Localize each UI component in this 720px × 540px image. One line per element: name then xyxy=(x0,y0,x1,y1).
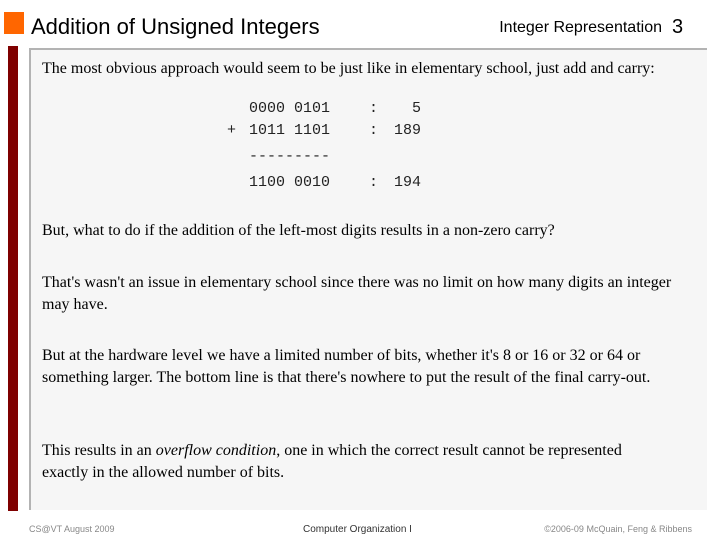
operand-1-binary: 0000 0101 xyxy=(249,100,331,117)
left-accent-bar xyxy=(8,46,18,511)
hardware-paragraph: But at the hardware level we have a limi… xyxy=(42,347,651,386)
overflow-paragraph: This results in an overflow condition, o… xyxy=(42,440,642,483)
sum-binary: 1100 0010 xyxy=(249,174,331,191)
overflow-prefix: This results in an xyxy=(42,442,156,459)
operand-1-separator: : xyxy=(369,100,379,117)
footer-copyright: ©2006-09 McQuain, Feng & Ribbens xyxy=(544,524,692,534)
operand-1-decimal: 5 xyxy=(394,100,422,117)
footer-course-title: Computer Organization I xyxy=(303,524,412,535)
operand-2-binary: 1011 1101 xyxy=(249,122,331,139)
operand-2-decimal: 189 xyxy=(394,122,422,139)
section-title: Integer Representation xyxy=(499,19,662,36)
sum-rule: --------- xyxy=(249,148,331,165)
sum-separator: : xyxy=(369,174,379,191)
page-number: 3 xyxy=(672,16,684,38)
question-paragraph: But, what to do if the addition of the l… xyxy=(42,222,555,239)
footer-course-date: CS@VT August 2009 xyxy=(29,524,115,534)
overflow-term: overflow condition xyxy=(155,442,277,459)
sum-decimal: 194 xyxy=(394,174,422,191)
intro-paragraph: The most obvious approach would seem to … xyxy=(42,60,655,77)
operand-1-operator xyxy=(227,98,236,120)
title-accent-square xyxy=(4,12,24,34)
operand-2-separator: : xyxy=(369,122,379,139)
operand-2-operator: + xyxy=(227,122,237,139)
elementary-paragraph: That's wasn't an issue in elementary sch… xyxy=(42,274,672,313)
slide-title: Addition of Unsigned Integers xyxy=(31,14,320,39)
